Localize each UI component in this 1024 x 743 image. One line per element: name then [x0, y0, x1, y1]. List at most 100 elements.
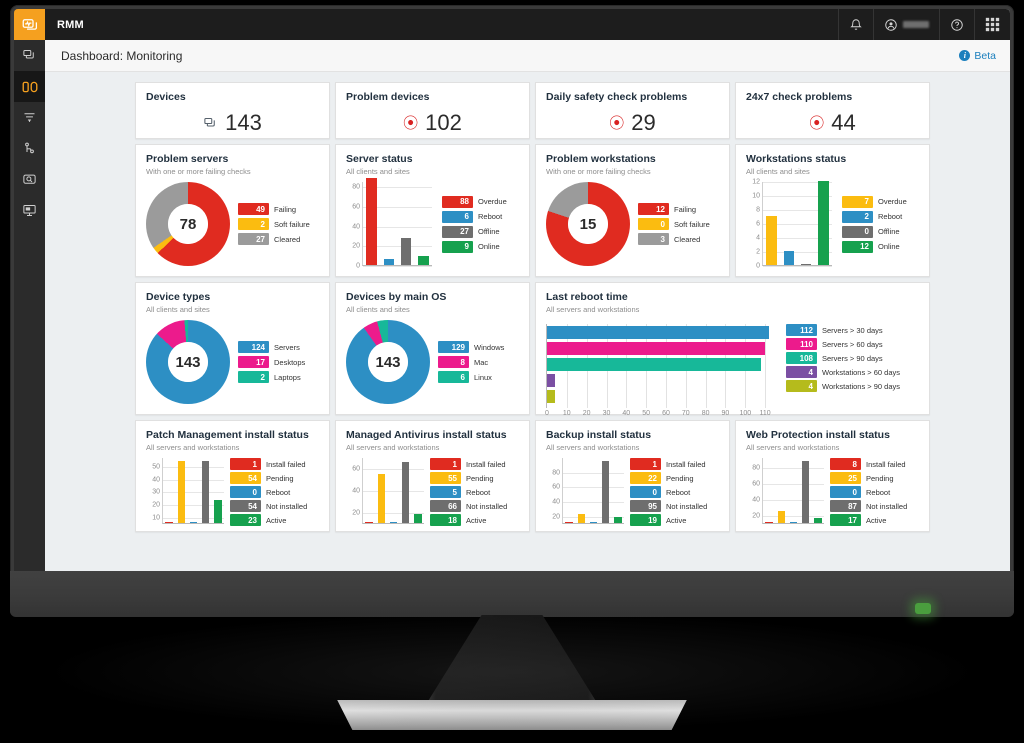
legend-item[interactable]: 25 Pending — [830, 472, 907, 485]
bar-slot[interactable] — [363, 458, 375, 524]
bar[interactable] — [565, 522, 573, 524]
bar[interactable] — [547, 390, 555, 404]
bar-slot[interactable] — [375, 458, 387, 524]
chart-card[interactable]: Web Protection install status All servers… — [735, 420, 930, 532]
bar-slot[interactable] — [563, 458, 575, 524]
legend-item[interactable]: 87 Not installed — [830, 500, 907, 513]
bar-slot[interactable] — [612, 458, 624, 524]
beta-badge[interactable]: i Beta — [959, 50, 996, 62]
legend-item[interactable]: 88 Overdue — [442, 195, 507, 208]
legend-item[interactable]: 5 Reboot — [430, 486, 507, 499]
bar-slot[interactable] — [380, 182, 397, 266]
bar-slot[interactable] — [398, 182, 415, 266]
sidebar-item-network[interactable] — [14, 133, 45, 164]
help-icon[interactable] — [940, 9, 974, 40]
legend-item[interactable]: 0 Reboot — [230, 486, 307, 499]
bar[interactable] — [418, 256, 429, 266]
bar-slot[interactable] — [798, 182, 815, 266]
legend-item[interactable]: 19 Active — [630, 514, 707, 527]
legend-item[interactable]: 110 Servers > 60 days — [786, 338, 900, 351]
chart-card[interactable]: Server status All clients and sites 0 20 40 6… — [335, 144, 530, 277]
bar[interactable] — [783, 251, 795, 266]
chart-card[interactable]: Patch Management install status All serve… — [135, 420, 330, 532]
bar-slot[interactable] — [575, 458, 587, 524]
bar-slot[interactable] — [212, 458, 224, 524]
chart-card[interactable]: Workstations status All clients and sites… — [735, 144, 930, 277]
chart-card[interactable]: Device types All clients and sites 143 124 S… — [135, 282, 330, 415]
chart-card[interactable]: Last reboot time All servers and workstat… — [535, 282, 930, 417]
legend-item[interactable]: 6 Linux — [438, 371, 504, 384]
legend-item[interactable]: 95 Not installed — [630, 500, 707, 513]
bar-slot[interactable] — [815, 181, 832, 266]
bar[interactable] — [402, 461, 410, 524]
bar-slot[interactable] — [547, 358, 774, 372]
legend-item[interactable]: 2 Reboot — [842, 210, 907, 223]
legend-item[interactable]: 49 Failing — [238, 203, 310, 216]
bar-slot[interactable] — [363, 178, 380, 266]
legend-item[interactable]: 23 Active — [230, 514, 307, 527]
sidebar-item-logo[interactable] — [14, 9, 45, 40]
kpi-card[interactable]: Daily safety check problems ⦿ 29 — [535, 82, 730, 139]
bar-slot[interactable] — [415, 182, 432, 266]
bar-slot[interactable] — [387, 458, 399, 524]
bar[interactable] — [400, 238, 412, 266]
chart-card[interactable]: Devices by main OS All clients and sites 1… — [335, 282, 530, 415]
chart-card[interactable]: Backup install status All servers and wor… — [535, 420, 730, 532]
legend-item[interactable]: 8 Install failed — [830, 458, 907, 471]
bar[interactable] — [202, 460, 210, 524]
legend-item[interactable]: 55 Pending — [430, 472, 507, 485]
chart-card[interactable]: Problem workstations With one or more fai… — [535, 144, 730, 277]
bar-slot[interactable] — [775, 458, 787, 524]
sidebar-item-devices[interactable] — [14, 40, 45, 71]
bar[interactable] — [547, 358, 762, 372]
bar-slot[interactable] — [163, 458, 175, 524]
bar[interactable] — [547, 374, 555, 388]
legend-item[interactable]: 0 Soft failure — [638, 218, 710, 231]
bar[interactable] — [766, 216, 777, 266]
bar[interactable] — [214, 500, 222, 524]
bar[interactable] — [189, 522, 198, 524]
bar[interactable] — [818, 181, 829, 266]
bar[interactable] — [814, 517, 822, 524]
legend-item[interactable]: 27 Offline — [442, 225, 507, 238]
bar[interactable] — [802, 461, 810, 524]
chart-card[interactable]: Managed Antivirus install status All serv… — [335, 420, 530, 532]
legend-item[interactable]: 2 Laptops — [238, 371, 305, 384]
bar[interactable] — [777, 511, 785, 524]
bar-slot[interactable] — [780, 182, 797, 266]
legend-item[interactable]: 54 Not installed — [230, 500, 307, 513]
sidebar-item-reports[interactable] — [14, 195, 45, 226]
legend-item[interactable]: 4 Workstations > 90 days — [786, 380, 900, 393]
bar-slot[interactable] — [787, 458, 799, 524]
bar-slot[interactable] — [600, 458, 612, 524]
bell-icon[interactable] — [839, 9, 873, 40]
bar[interactable] — [377, 473, 385, 524]
legend-item[interactable]: 112 Servers > 30 days — [786, 324, 900, 337]
apps-grid-icon[interactable] — [975, 9, 1010, 40]
bar[interactable] — [789, 522, 798, 524]
legend-item[interactable]: 27 Cleared — [238, 233, 310, 246]
bar-slot[interactable] — [175, 458, 187, 524]
bar[interactable] — [365, 522, 373, 524]
bar[interactable] — [177, 460, 185, 524]
kpi-card[interactable]: 24x7 check problems ⦿ 44 — [735, 82, 930, 139]
bar-slot[interactable] — [547, 390, 774, 404]
legend-item[interactable]: 18 Active — [430, 514, 507, 527]
legend-item[interactable]: 66 Not installed — [430, 500, 507, 513]
bar-slot[interactable] — [547, 342, 774, 356]
bar-slot[interactable] — [587, 458, 599, 524]
legend-item[interactable]: 3 Cleared — [638, 233, 710, 246]
bar[interactable] — [800, 264, 812, 266]
legend-item[interactable]: 6 Reboot — [442, 210, 507, 223]
legend-item[interactable]: 7 Overdue — [842, 195, 907, 208]
sidebar-item-monitoring-search[interactable] — [14, 164, 45, 195]
bar-slot[interactable] — [547, 374, 774, 388]
legend-item[interactable]: 8 Mac — [438, 356, 504, 369]
bar[interactable] — [589, 522, 598, 524]
sidebar-item-filters[interactable] — [14, 102, 45, 133]
bar[interactable] — [547, 326, 770, 340]
bar[interactable] — [389, 522, 398, 524]
bar[interactable] — [765, 522, 773, 524]
bar-slot[interactable] — [763, 182, 780, 266]
bar-slot[interactable] — [812, 458, 824, 524]
